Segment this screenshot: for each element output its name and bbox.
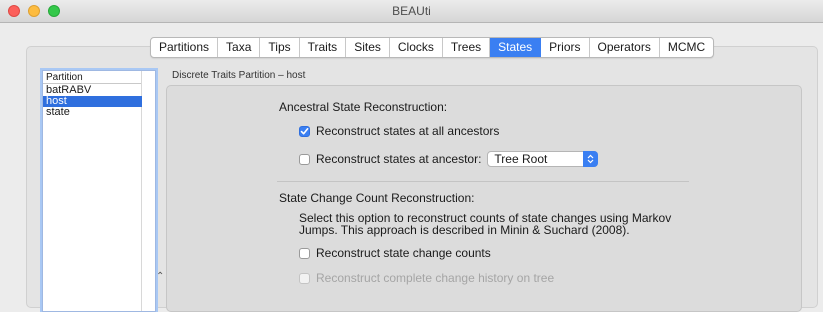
tab-taxa[interactable]: Taxa [218,38,261,57]
partition-list[interactable]: Partition batRABV host state [42,70,156,312]
option-label: Reconstruct states at ancestor: [316,152,482,166]
tab-operators[interactable]: Operators [590,38,660,57]
tab-sites[interactable]: Sites [346,38,390,57]
split-pane-caret-icon[interactable]: ⌃ [156,271,164,282]
tab-traits[interactable]: Traits [300,38,347,57]
list-item[interactable]: state [43,107,142,118]
checkbox-icon[interactable] [299,247,310,259]
ancestral-section-title: Ancestral State Reconstruction: [279,100,448,114]
partition-detail-label: Discrete Traits Partition – host [172,70,306,81]
tab-partitions[interactable]: Partitions [151,38,219,57]
option-label: Reconstruct complete change history on t… [316,271,555,285]
reconstruct-at-ancestor-option[interactable]: Reconstruct states at ancestor: Tree Roo… [299,151,599,167]
section-divider [277,181,689,182]
reconstruct-change-counts-option[interactable]: Reconstruct state change counts [299,246,491,260]
description-line: Jumps. This approach is described in Min… [299,223,630,237]
tab-tips[interactable]: Tips [260,38,300,57]
option-label: Reconstruct states at all ancestors [316,124,500,138]
main-tab-bar: Partitions Taxa Tips Traits Sites Clocks… [150,37,715,58]
tab-clocks[interactable]: Clocks [390,38,443,57]
option-label: Reconstruct state change counts [316,246,491,260]
reconstruct-all-ancestors-option[interactable]: Reconstruct states at all ancestors [299,124,499,138]
tab-trees[interactable]: Trees [443,38,491,57]
updown-chevron-icon [583,151,599,167]
ancestor-select[interactable]: Tree Root [487,151,599,167]
tab-mcmc[interactable]: MCMC [660,38,713,57]
tab-priors[interactable]: Priors [541,38,590,57]
checkbox-icon[interactable] [299,153,310,165]
state-change-description: Select this option to reconstruct counts… [299,212,699,236]
select-value: Tree Root [494,152,548,166]
title-bar: BEAUti [0,0,823,23]
state-change-section-title: State Change Count Reconstruction: [279,191,475,205]
reconstruct-complete-history-option: Reconstruct complete change history on t… [299,271,554,285]
checkbox-checked-icon[interactable] [299,125,310,137]
window-title: BEAUti [392,4,431,18]
checkbox-icon [299,272,310,284]
partition-list-header[interactable]: Partition [43,71,142,84]
tab-states[interactable]: States [490,38,542,57]
